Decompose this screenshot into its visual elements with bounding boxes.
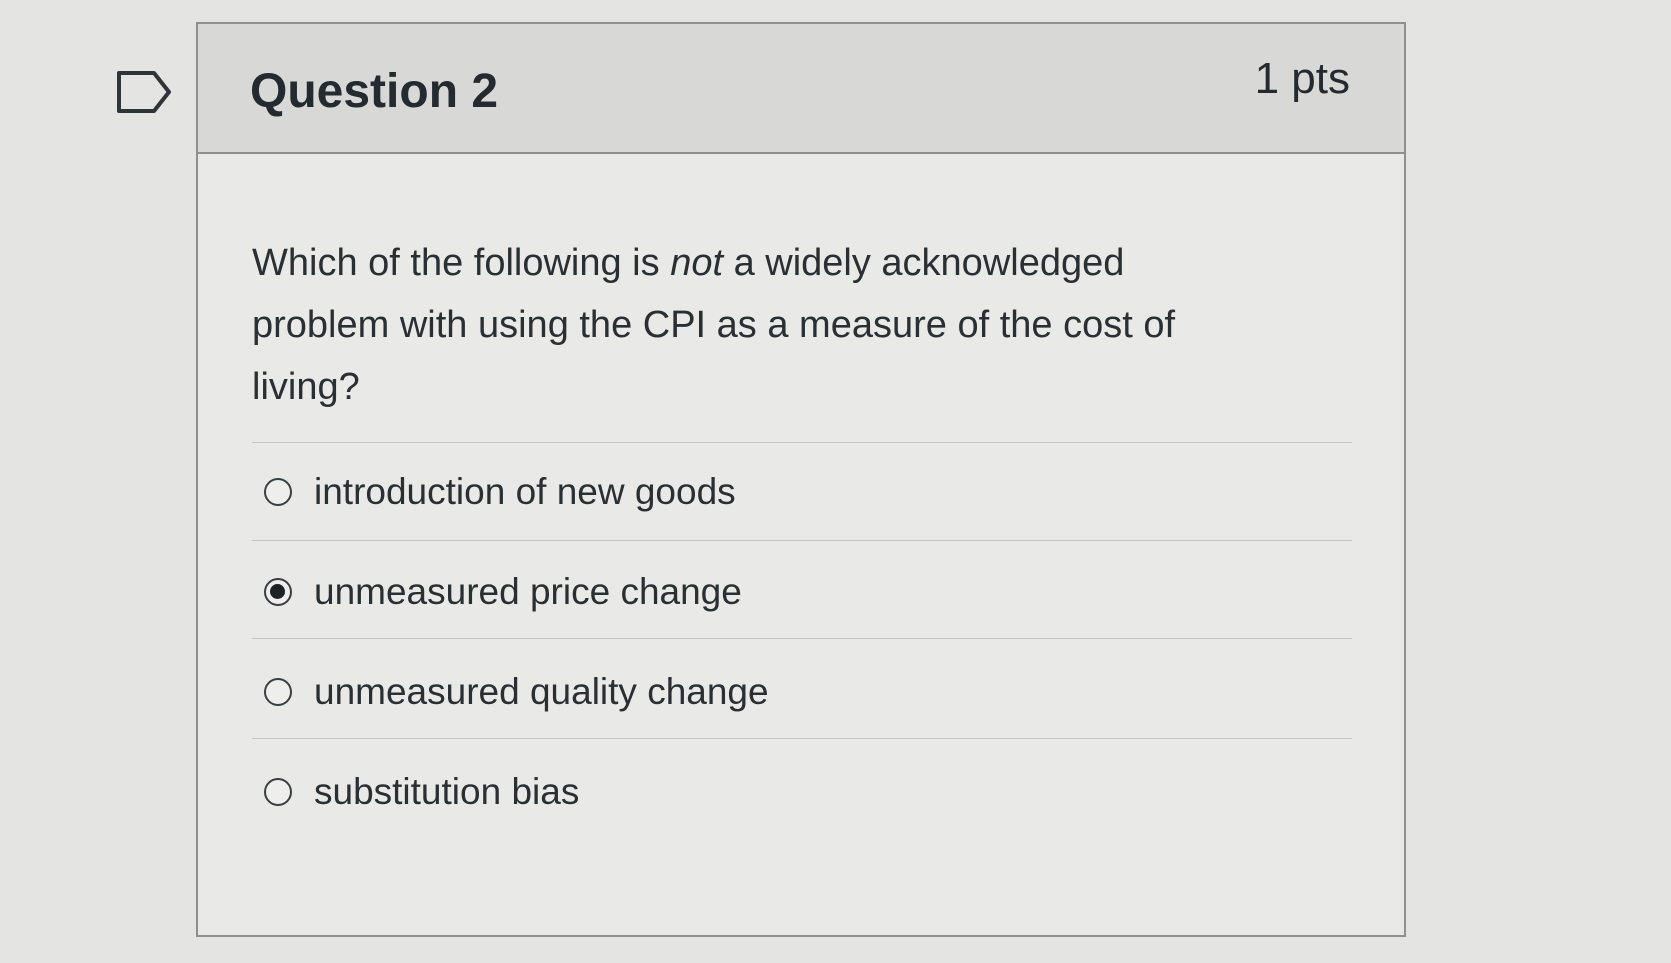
answer-label: unmeasured price change [314, 571, 742, 612]
question-text-start: Which of the following is [252, 242, 671, 284]
answer-label: substitution bias [314, 771, 580, 812]
answer-option-1[interactable]: introduction of new goods [264, 464, 736, 520]
answer-option-3[interactable]: unmeasured quality change [264, 664, 769, 720]
radio-button-selected[interactable] [264, 578, 292, 606]
question-header: Question 2 1 pts [198, 24, 1404, 154]
question-text-emphasis: not [670, 242, 724, 284]
question-card: Question 2 1 pts Which of the following … [196, 22, 1406, 937]
answer-divider [252, 442, 1352, 443]
answer-option-4[interactable]: substitution bias [264, 764, 579, 820]
answer-label: introduction of new goods [314, 471, 736, 512]
question-title: Question 2 [250, 65, 499, 118]
radio-button[interactable] [264, 678, 292, 706]
flag-question-icon[interactable] [116, 70, 172, 114]
radio-button[interactable] [264, 778, 292, 806]
answer-option-2[interactable]: unmeasured price change [264, 564, 742, 620]
answer-divider [252, 638, 1352, 639]
answer-label: unmeasured quality change [314, 671, 769, 712]
radio-button[interactable] [264, 478, 292, 506]
question-text: Which of the following is not a widely a… [252, 232, 1252, 418]
answer-divider [252, 738, 1352, 739]
question-points: 1 pts [1254, 54, 1350, 103]
answer-divider [252, 540, 1352, 541]
